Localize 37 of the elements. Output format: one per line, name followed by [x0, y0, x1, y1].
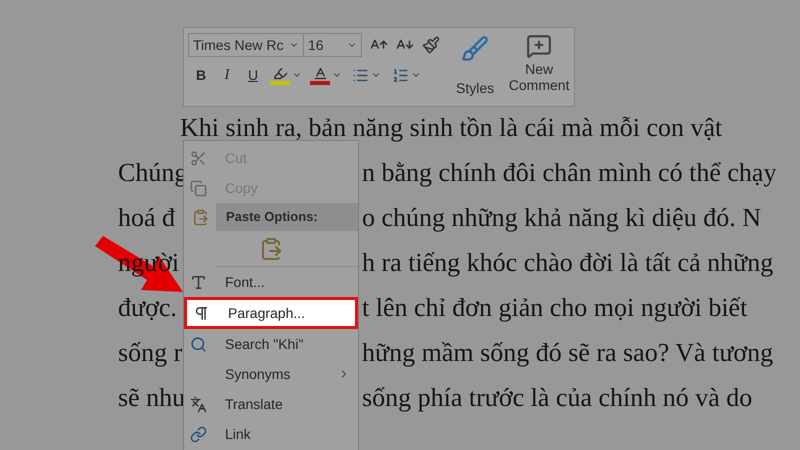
menu-item[interactable]: Synonyms	[184, 359, 358, 389]
letter-a-icon	[312, 66, 328, 80]
document-text: được.	[118, 293, 177, 322]
document-text: hoá đ	[118, 203, 176, 232]
translate-icon	[190, 396, 207, 412]
underline-button[interactable]: U	[240, 63, 266, 87]
italic-button[interactable]: I	[214, 63, 240, 87]
document-text: hững mầm sống đó sẽ ra sao? Và tương	[362, 337, 774, 369]
copy-icon	[190, 180, 207, 196]
font-size-dropdown[interactable]: 16	[304, 33, 362, 57]
scissors-icon	[190, 150, 207, 166]
menu-item[interactable]: Translate	[184, 389, 358, 419]
document-text: sống phía trước là của chính nó và do	[362, 382, 752, 414]
menu-item[interactable]: Search "Khi"	[184, 329, 358, 359]
document-text: n bằng chính đôi chân mình có thể chạy	[362, 157, 776, 189]
styles-button[interactable]: Styles	[456, 33, 494, 101]
paintbrush-icon	[422, 36, 440, 54]
new-comment-button[interactable]: New Comment	[506, 33, 572, 101]
menu-item[interactable]: Link	[184, 419, 358, 449]
comment-icon	[526, 33, 552, 59]
bold-button[interactable]: B	[188, 63, 214, 87]
numbered-list-icon	[392, 66, 408, 84]
document-text: t lên chỉ đơn giản cho mọi người biết	[362, 292, 748, 324]
document-text: o chúng những khả năng kì diệu đó. N	[362, 202, 761, 234]
brush-icon	[461, 35, 490, 63]
clipboard-icon	[192, 208, 208, 226]
paragraph-icon	[193, 304, 210, 322]
document-text: h ra tiếng khóc chào đời là tất cả những	[362, 247, 774, 279]
document-text: sống r	[118, 338, 182, 367]
menu-item[interactable]: Paragraph...	[184, 297, 358, 329]
search-icon	[190, 336, 207, 352]
document-text: Khi sinh ra, bản năng sinh tồn là cái mà mỗi con vật	[180, 113, 722, 142]
font-icon	[190, 274, 207, 290]
font-name-dropdown[interactable]: Times New Rc	[188, 33, 304, 57]
link-icon	[190, 426, 207, 442]
highlighter-icon	[272, 66, 288, 80]
menu-item[interactable]: Font...	[184, 267, 358, 297]
